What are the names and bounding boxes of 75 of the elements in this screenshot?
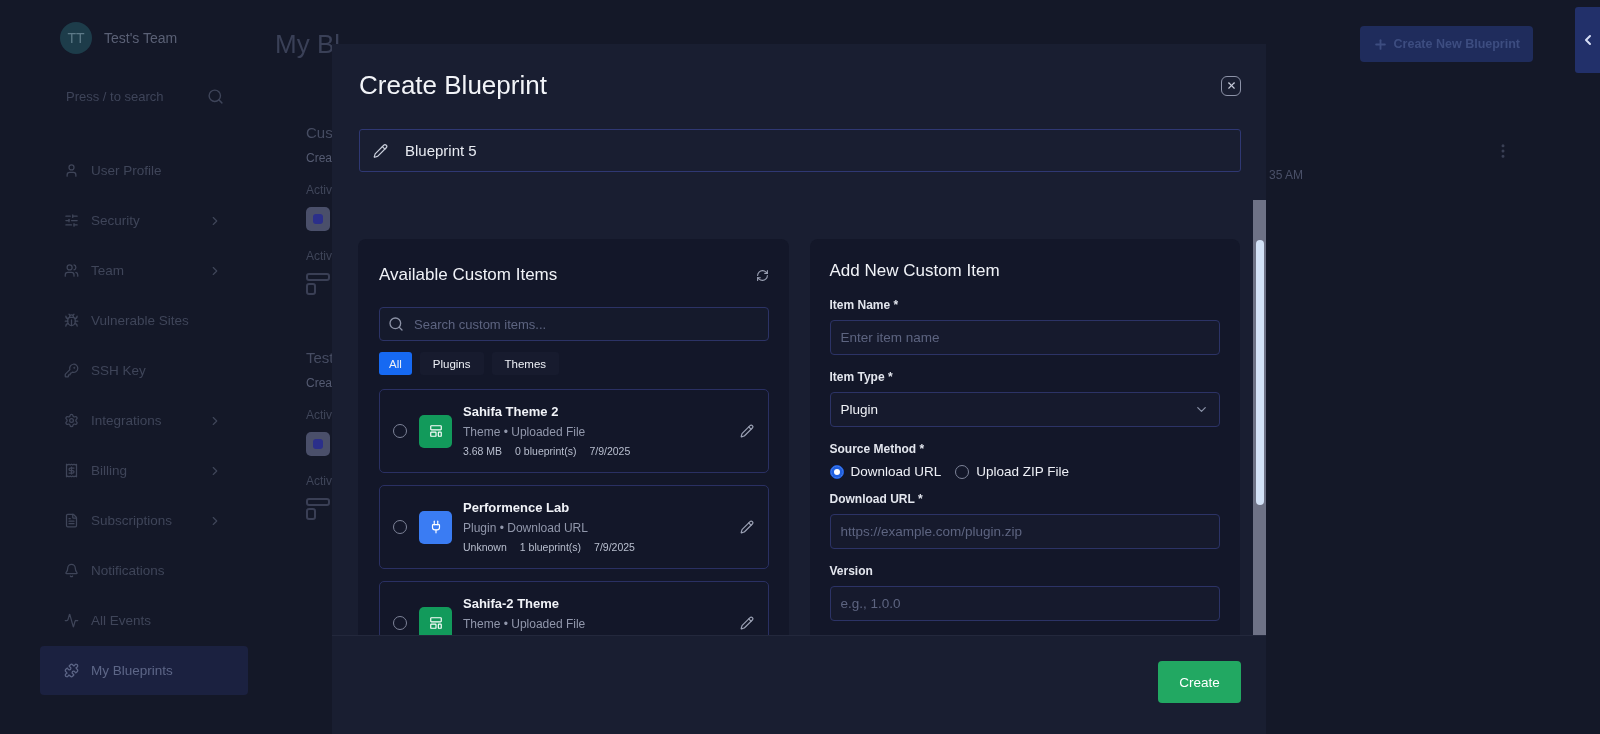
item-name: Sahifa-2 Theme [463,596,561,611]
filter-tab[interactable]: All [379,352,412,375]
field-label: Version [829,564,874,578]
close-button[interactable] [1221,75,1241,96]
item-name: Performence Lab [463,500,571,515]
item-meta: 3.68 MB [463,445,503,457]
person-icon [64,163,79,178]
radio-option[interactable]: Upload ZIP File [955,464,1070,479]
field-label: Download URL * [829,492,924,506]
document-icon [64,513,79,528]
field-label: Source Method * [829,442,926,456]
text-field[interactable]: e.g., 1.0.0 [829,586,1220,621]
radio-option[interactable]: Download URL [829,464,942,479]
radio-button[interactable] [829,464,844,479]
close-icon [1225,80,1237,91]
plug-icon [419,510,452,544]
pencil-icon [739,616,754,630]
pencil-icon [739,520,754,534]
item-name: Sahifa Theme 2 [463,404,560,419]
puzzle-icon [64,663,79,678]
pencil-icon [739,424,754,438]
blueprint-time: 35 AM [1269,168,1304,182]
item-meta: Unknown [463,541,507,553]
bell-icon [64,563,79,578]
field-label: Item Type * [829,370,894,384]
sidebar-item[interactable]: My Blueprints [40,646,248,695]
item-meta: 0 blueprint(s) [515,445,577,457]
layout-icon [419,414,452,448]
blueprint-created: Crea [306,151,332,165]
key-icon [64,363,79,378]
item-meta: 1 blueprint(s) [519,541,582,553]
create-button[interactable]: Create [1158,661,1241,703]
app-icon [306,207,330,231]
field-label: Item Name * [829,298,900,312]
item-meta: 7/9/2025 [594,541,635,553]
pencil-icon [373,143,388,158]
filter-tab[interactable]: Themes [491,352,560,375]
sliders-icon [64,213,79,228]
card-title: Add New Custom Item [829,261,1001,281]
layout-icon [306,498,330,520]
plus-icon [1372,36,1388,52]
scrollbar[interactable] [1253,200,1266,635]
custom-item-card[interactable]: Sahifa Theme 2 Theme • Uploaded File 3.68 MB 0 blueprint(s) 7/9/2025 [379,389,769,473]
item-subtitle: Theme • Uploaded File [463,617,587,631]
app-icon [306,432,330,456]
layout-icon [419,606,452,635]
custom-item-card[interactable]: Performence Lab Plugin • Download URL Unknown 1 blueprint(s) 7/9/2025 [379,485,769,569]
search-icon [388,316,404,332]
receipt-icon [64,463,79,478]
modal-title: Create Blueprint [359,70,547,101]
blueprint-created: Crea [306,376,332,390]
item-subtitle: Theme • Uploaded File [463,425,587,439]
edit-button[interactable] [739,616,754,630]
layout-icon [306,273,330,295]
scrollbar-thumb[interactable] [1255,240,1264,505]
pulse-icon [64,613,79,628]
item-meta: 7/9/2025 [589,445,631,457]
blueprint-name: Cus [306,124,333,141]
refresh-icon[interactable] [755,268,769,282]
blueprint-name-field[interactable]: Blueprint 5 [359,129,1241,172]
item-subtitle: Plugin • Download URL [463,521,589,535]
card-title: Available Custom Items [379,265,558,285]
bug-icon [64,313,79,328]
filter-tab[interactable]: Plugins [419,352,484,375]
select-field[interactable]: Plugin [829,392,1220,427]
blueprint-name: Test [306,349,334,366]
team-avatar[interactable]: TT [60,22,92,54]
team-name: Test's Team [104,30,178,46]
search-field[interactable]: Search custom items... [379,307,769,341]
gear-icon [64,413,79,428]
text-field[interactable]: Enter item name [829,320,1220,355]
text-field[interactable]: https://example.com/plugin.zip [829,514,1220,549]
edit-button[interactable] [739,424,754,438]
edit-button[interactable] [739,520,754,534]
people-icon [64,263,79,278]
